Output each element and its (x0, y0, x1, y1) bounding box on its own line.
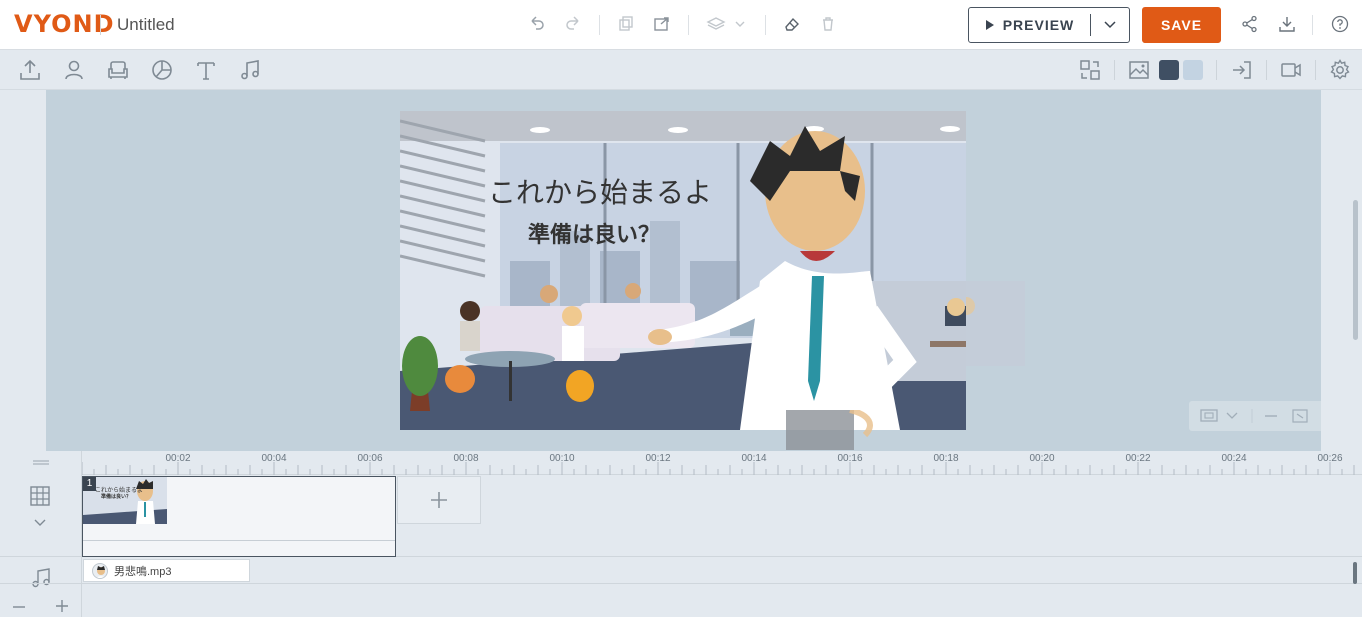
scene-track: これから始まるよ 準備は良い？ 1 (0, 475, 1362, 557)
preview-options-button[interactable] (1091, 8, 1129, 42)
preview-main-button[interactable]: PREVIEW (969, 8, 1090, 42)
avatar (92, 562, 108, 579)
audio-clip[interactable]: 男悲鳴.mp3 (83, 559, 250, 582)
asset-toolbar (0, 50, 1362, 90)
divider (688, 15, 689, 35)
scene-thumbnail[interactable]: これから始まるよ 準備は良い？ 1 (83, 477, 167, 524)
fullscreen-icon[interactable] (1292, 409, 1308, 423)
timeline-ruler[interactable]: 00:02 00:04 00:06 00:08 00:10 00:12 00:1… (82, 451, 1362, 475)
share-icon[interactable] (1238, 12, 1262, 36)
chevron-down-icon (1104, 21, 1116, 29)
audio-file-name: 男悲鳴.mp3 (114, 565, 172, 578)
music-icon[interactable] (237, 57, 263, 83)
tick-label: 00:16 (837, 453, 863, 464)
divider (1114, 60, 1115, 80)
top-bar: VYOND Untitled PREVIEW SAVE (0, 0, 1362, 50)
gear-icon[interactable] (1327, 57, 1353, 83)
scene-clip[interactable]: これから始まるよ 準備は良い？ 1 (82, 476, 396, 557)
download-icon[interactable] (1275, 12, 1299, 36)
text-icon[interactable] (193, 57, 219, 83)
color-swatch-dark[interactable] (1159, 60, 1179, 80)
swap-icon[interactable] (1077, 57, 1103, 83)
divider (599, 15, 600, 35)
trash-icon[interactable] (816, 12, 840, 36)
chart-icon[interactable] (149, 57, 175, 83)
tick-label: 00:04 (261, 453, 287, 464)
tick-label: 00:02 (165, 453, 191, 464)
image-icon[interactable] (1126, 57, 1152, 83)
document-title[interactable]: Untitled (117, 15, 175, 35)
divider (765, 15, 766, 35)
stage-zoom-controls (1189, 401, 1321, 431)
plus-icon (431, 492, 447, 508)
thumb-subtitle-text: 準備は良い？ (101, 494, 132, 500)
scene-title-text[interactable]: これから始まるよ (488, 171, 712, 211)
timeline: 00:02 00:04 00:06 00:08 00:10 00:12 00:1… (0, 451, 1362, 617)
tick-label: 00:20 (1029, 453, 1055, 464)
eraser-icon[interactable] (780, 12, 804, 36)
drag-handle-icon[interactable] (33, 454, 49, 472)
preview-label: PREVIEW (1002, 17, 1075, 33)
tick-label: 00:18 (933, 453, 959, 464)
scene-number-badge: 1 (83, 477, 96, 491)
upload-icon[interactable] (17, 57, 43, 83)
office-background (400, 111, 966, 430)
divider (1315, 60, 1316, 80)
fit-icon[interactable] (1200, 409, 1218, 422)
timeline-zoom-in-icon[interactable] (55, 599, 69, 617)
help-icon[interactable] (1328, 12, 1352, 36)
stage-left-gutter (0, 90, 46, 451)
play-icon (985, 20, 994, 30)
timeline-scrollbar[interactable] (1353, 562, 1357, 584)
scene-subtitle-text[interactable]: 準備は良い？ (528, 217, 660, 249)
divider (1266, 60, 1267, 80)
tick-label: 00:10 (549, 453, 575, 464)
tick-label: 00:12 (645, 453, 671, 464)
layers-icon[interactable] (704, 12, 748, 36)
divider (1312, 15, 1313, 35)
office-overflow (966, 281, 1025, 366)
tick-label: 00:06 (357, 453, 383, 464)
tick-label: 00:22 (1125, 453, 1151, 464)
divider (100, 15, 101, 35)
divider (1216, 60, 1217, 80)
stage-area[interactable]: これから始まるよ 準備は良い？ (46, 90, 1321, 451)
tick-label: 00:08 (453, 453, 479, 464)
chevron-down-icon[interactable] (1226, 412, 1238, 419)
enter-icon[interactable] (1229, 57, 1255, 83)
character-icon[interactable] (61, 57, 87, 83)
save-button[interactable]: SAVE (1142, 7, 1221, 43)
divider (83, 540, 395, 541)
undo-icon[interactable] (525, 12, 549, 36)
color-swatch-light[interactable] (1183, 60, 1203, 80)
tick-label: 00:24 (1221, 453, 1247, 464)
add-scene-button[interactable] (397, 476, 481, 524)
camera-icon[interactable] (1278, 57, 1304, 83)
paste-icon[interactable] (650, 12, 674, 36)
audio-track: 男悲鳴.mp3 (0, 557, 1362, 584)
preview-button[interactable]: PREVIEW (968, 7, 1130, 43)
copy-icon[interactable] (614, 12, 638, 36)
timeline-zoom-out-icon[interactable] (12, 600, 26, 617)
sofa-icon[interactable] (105, 57, 131, 83)
scene-canvas[interactable]: これから始まるよ 準備は良い？ (400, 111, 966, 430)
stage-vertical-scrollbar[interactable] (1353, 200, 1358, 340)
tick-label: 00:26 (1317, 453, 1343, 464)
tick-label: 00:14 (741, 453, 767, 464)
redo-icon[interactable] (561, 12, 585, 36)
character-overflow (786, 410, 873, 450)
